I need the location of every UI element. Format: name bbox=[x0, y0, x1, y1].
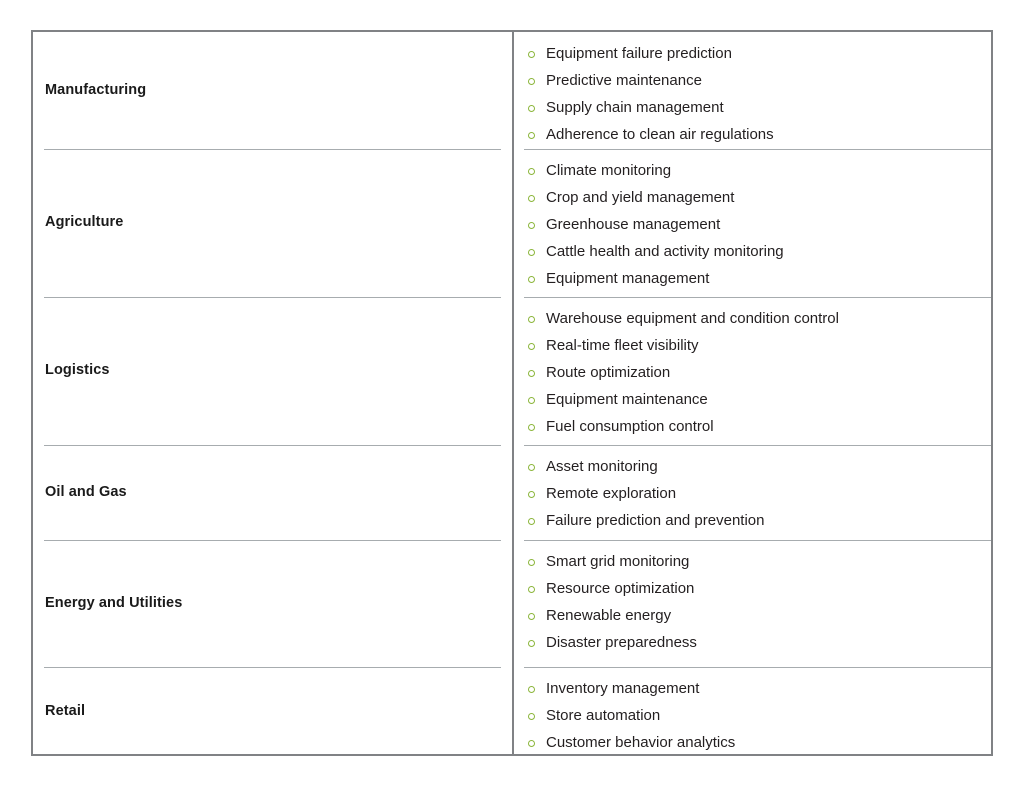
category-label: Oil and Gas bbox=[45, 483, 127, 500]
circle-bullet-icon bbox=[528, 342, 535, 350]
list-item: Equipment management bbox=[528, 265, 991, 292]
column-divider bbox=[512, 32, 514, 754]
list-item-label: Greenhouse management bbox=[546, 216, 721, 233]
list-item-label: Equipment failure prediction bbox=[546, 45, 732, 62]
circle-bullet-icon bbox=[528, 50, 535, 58]
list-item: Real-time fleet visibility bbox=[528, 332, 991, 359]
circle-bullet-icon bbox=[528, 490, 535, 498]
circle-bullet-icon bbox=[528, 131, 535, 139]
circle-bullet-icon bbox=[528, 712, 535, 720]
list-item-label: Customer behavior analytics bbox=[546, 734, 736, 751]
list-item: Equipment maintenance bbox=[528, 386, 991, 413]
circle-bullet-icon bbox=[528, 517, 535, 525]
circle-bullet-icon bbox=[528, 423, 535, 431]
circle-bullet-icon bbox=[528, 558, 535, 566]
list-item-label: Renewable energy bbox=[546, 607, 672, 624]
category-label: Agriculture bbox=[45, 214, 124, 231]
circle-bullet-icon bbox=[528, 315, 535, 323]
category-label: Retail bbox=[45, 702, 86, 719]
table-body: Manufacturing Equipment failure predictio… bbox=[33, 32, 991, 754]
list-item: Crop and yield management bbox=[528, 184, 991, 211]
list-item: Route optimization bbox=[528, 359, 991, 386]
usecase-list: Inventory management Store automation Cust… bbox=[514, 667, 991, 756]
list-item-label: Disaster preparedness bbox=[546, 634, 697, 651]
circle-bullet-icon bbox=[528, 463, 535, 471]
usecase-list: Climate monitoring Crop and yield managem… bbox=[514, 149, 991, 297]
list-item: Climate monitoring bbox=[528, 157, 991, 184]
industry-usecase-table: Manufacturing Equipment failure predictio… bbox=[31, 30, 993, 756]
list-item-label: Store automation bbox=[546, 707, 661, 724]
list-item: Cattle health and activity monitoring bbox=[528, 238, 991, 265]
list-item-label: Predictive maintenance bbox=[546, 72, 702, 89]
list-item: Renewable energy bbox=[528, 602, 991, 629]
circle-bullet-icon bbox=[528, 612, 535, 620]
list-item: Warehouse equipment and condition contro… bbox=[528, 305, 991, 332]
usecase-list: Equipment failure prediction Predictive m… bbox=[514, 32, 991, 149]
category-cell: Oil and Gas bbox=[33, 445, 514, 540]
circle-bullet-icon bbox=[528, 275, 535, 283]
list-item: Fuel consumption control bbox=[528, 413, 991, 440]
list-item-label: Warehouse equipment and condition contro… bbox=[546, 310, 839, 327]
list-item: Greenhouse management bbox=[528, 211, 991, 238]
circle-bullet-icon bbox=[528, 369, 535, 377]
category-label: Energy and Utilities bbox=[45, 594, 183, 611]
list-item: Adherence to clean air regulations bbox=[528, 121, 991, 148]
category-cell: Energy and Utilities bbox=[33, 540, 514, 667]
circle-bullet-icon bbox=[528, 639, 535, 647]
list-item-label: Failure prediction and prevention bbox=[546, 512, 765, 529]
category-cell: Retail bbox=[33, 667, 514, 756]
list-item-label: Climate monitoring bbox=[546, 162, 672, 179]
category-cell: Manufacturing bbox=[33, 32, 514, 149]
list-item-label: Smart grid monitoring bbox=[546, 553, 690, 570]
list-item: Predictive maintenance bbox=[528, 67, 991, 94]
list-item: Disaster preparedness bbox=[528, 629, 991, 656]
list-item-label: Fuel consumption control bbox=[546, 418, 714, 435]
usecase-list: Warehouse equipment and condition contro… bbox=[514, 297, 991, 445]
list-item-label: Real-time fleet visibility bbox=[546, 337, 699, 354]
list-item-label: Equipment maintenance bbox=[546, 391, 708, 408]
list-item-label: Supply chain management bbox=[546, 99, 724, 116]
list-item-label: Cattle health and activity monitoring bbox=[546, 243, 784, 260]
circle-bullet-icon bbox=[528, 194, 535, 202]
list-item: Remote exploration bbox=[528, 480, 991, 507]
category-cell: Logistics bbox=[33, 297, 514, 445]
category-cell: Agriculture bbox=[33, 149, 514, 297]
circle-bullet-icon bbox=[528, 167, 535, 175]
list-item: Asset monitoring bbox=[528, 453, 991, 480]
circle-bullet-icon bbox=[528, 248, 535, 256]
list-item-label: Inventory management bbox=[546, 680, 700, 697]
list-item-label: Equipment management bbox=[546, 270, 710, 287]
circle-bullet-icon bbox=[528, 221, 535, 229]
list-item: Smart grid monitoring bbox=[528, 548, 991, 575]
list-item-label: Remote exploration bbox=[546, 485, 677, 502]
usecase-list: Smart grid monitoring Resource optimizati… bbox=[514, 540, 991, 667]
circle-bullet-icon bbox=[528, 739, 535, 747]
category-label: Logistics bbox=[45, 362, 110, 379]
page-root: Manufacturing Equipment failure predictio… bbox=[0, 0, 1024, 788]
list-item: Failure prediction and prevention bbox=[528, 507, 991, 534]
usecase-list: Asset monitoring Remote exploration Failur… bbox=[514, 445, 991, 540]
list-item-label: Adherence to clean air regulations bbox=[546, 126, 774, 143]
list-item-label: Route optimization bbox=[546, 364, 671, 381]
list-item: Store automation bbox=[528, 702, 991, 729]
circle-bullet-icon bbox=[528, 585, 535, 593]
list-item-label: Resource optimization bbox=[546, 580, 695, 597]
list-item: Supply chain management bbox=[528, 94, 991, 121]
list-item: Inventory management bbox=[528, 675, 991, 702]
circle-bullet-icon bbox=[528, 104, 535, 112]
list-item-label: Crop and yield management bbox=[546, 189, 735, 206]
list-item: Customer behavior analytics bbox=[528, 729, 991, 756]
list-item: Equipment failure prediction bbox=[528, 40, 991, 67]
list-item: Resource optimization bbox=[528, 575, 991, 602]
category-label: Manufacturing bbox=[45, 81, 147, 98]
circle-bullet-icon bbox=[528, 77, 535, 85]
circle-bullet-icon bbox=[528, 396, 535, 404]
list-item-label: Asset monitoring bbox=[546, 458, 658, 475]
circle-bullet-icon bbox=[528, 685, 535, 693]
